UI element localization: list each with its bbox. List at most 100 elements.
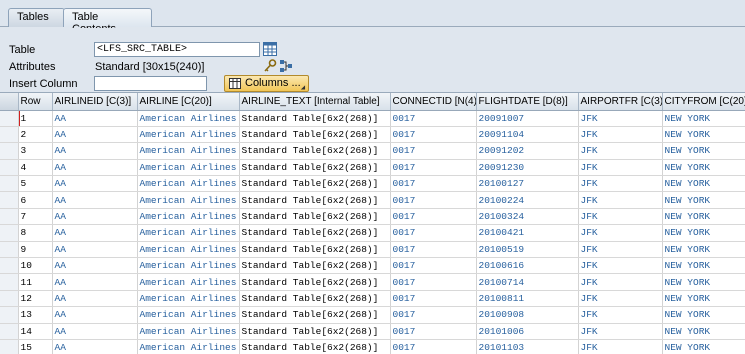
cell-airlineid[interactable]: AA — [52, 142, 138, 160]
column-header-airline[interactable]: AIRLINE [C(20)] — [137, 93, 240, 111]
cell-airline-text[interactable]: Standard Table[6x2(268)] — [239, 208, 391, 226]
cell-connectid[interactable]: 0017 — [390, 175, 477, 193]
table-row[interactable]: 4 AA American Airlines Standard Table[6x2(2… — [0, 159, 745, 177]
cell-airportfr[interactable]: JFK — [578, 306, 663, 324]
insert-column-field[interactable] — [94, 76, 207, 91]
cell-connectid[interactable]: 0017 — [390, 110, 477, 127]
cell-airline[interactable]: American Airlines — [137, 257, 240, 275]
cell-cityfrom[interactable]: NEW YORK — [662, 323, 745, 340]
cell-cityfrom[interactable]: NEW YORK — [662, 339, 745, 354]
cell-flightdate[interactable]: 20100127 — [476, 175, 579, 193]
cell-row-number[interactable]: 12 — [18, 290, 53, 308]
column-header-connectid[interactable]: CONNECTID [N(4)] — [390, 93, 477, 111]
cell-airline-text[interactable]: Standard Table[6x2(268)] — [239, 306, 391, 324]
table-row[interactable]: 2 AA American Airlines Standard Table[6x2(2… — [0, 126, 745, 144]
cell-airline[interactable]: American Airlines — [137, 306, 240, 324]
cell-flightdate[interactable]: 20101103 — [476, 339, 579, 354]
cell-airline[interactable]: American Airlines — [137, 191, 240, 209]
table-row[interactable]: 7 AA American Airlines Standard Table[6x2(2… — [0, 208, 745, 226]
grid-corner[interactable] — [0, 93, 19, 111]
cell-airlineid[interactable]: AA — [52, 323, 138, 340]
cell-airlineid[interactable]: AA — [52, 175, 138, 193]
table-row[interactable]: 14 AA American Airlines Standard Table[6x2(… — [0, 323, 745, 340]
cell-airlineid[interactable]: AA — [52, 159, 138, 177]
cell-cityfrom[interactable]: NEW YORK — [662, 290, 745, 308]
cell-row-number[interactable]: 1 — [18, 110, 53, 127]
cell-airlineid[interactable]: AA — [52, 191, 138, 209]
table-row[interactable]: 10 AA American Airlines Standard Table[6x2(… — [0, 257, 745, 275]
cell-airline-text[interactable]: Standard Table[6x2(268)] — [239, 142, 391, 160]
cell-airline-text[interactable]: Standard Table[6x2(268)] — [239, 159, 391, 177]
cell-cityfrom[interactable]: NEW YORK — [662, 110, 745, 127]
column-header-airportfr[interactable]: AIRPORTFR [C(3)] — [578, 93, 663, 111]
cell-row-number[interactable]: 13 — [18, 306, 53, 324]
cell-cityfrom[interactable]: NEW YORK — [662, 142, 745, 160]
cell-row-number[interactable]: 10 — [18, 257, 53, 275]
cell-flightdate[interactable]: 20100421 — [476, 224, 579, 242]
cell-airportfr[interactable]: JFK — [578, 159, 663, 177]
cell-flightdate[interactable]: 20100616 — [476, 257, 579, 275]
cell-cityfrom[interactable]: NEW YORK — [662, 159, 745, 177]
table-row[interactable]: 5 AA American Airlines Standard Table[6x2(2… — [0, 175, 745, 193]
cell-airportfr[interactable]: JFK — [578, 290, 663, 308]
cell-airlineid[interactable]: AA — [52, 339, 138, 354]
cell-cityfrom[interactable]: NEW YORK — [662, 224, 745, 242]
table-row[interactable]: 6 AA American Airlines Standard Table[6x2(2… — [0, 191, 745, 209]
table-row[interactable]: 11 AA American Airlines Standard Table[6x2(… — [0, 273, 745, 291]
cell-airline-text[interactable]: Standard Table[6x2(268)] — [239, 273, 391, 291]
cell-airline[interactable]: American Airlines — [137, 224, 240, 242]
cell-flightdate[interactable]: 20091202 — [476, 142, 579, 160]
cell-flightdate[interactable]: 20091104 — [476, 126, 579, 144]
cell-flightdate[interactable]: 20100908 — [476, 306, 579, 324]
row-selector[interactable] — [0, 224, 19, 242]
cell-flightdate[interactable]: 20100714 — [476, 273, 579, 291]
cell-airlineid[interactable]: AA — [52, 306, 138, 324]
cell-airportfr[interactable]: JFK — [578, 257, 663, 275]
cell-cityfrom[interactable]: NEW YORK — [662, 191, 745, 209]
row-selector[interactable] — [0, 175, 19, 193]
cell-row-number[interactable]: 11 — [18, 273, 53, 291]
cell-cityfrom[interactable]: NEW YORK — [662, 126, 745, 144]
cell-connectid[interactable]: 0017 — [390, 159, 477, 177]
cell-airline-text[interactable]: Standard Table[6x2(268)] — [239, 126, 391, 144]
cell-airlineid[interactable]: AA — [52, 110, 138, 127]
table-row[interactable]: 9 AA American Airlines Standard Table[6x2(2… — [0, 241, 745, 259]
table-row[interactable]: 3 AA American Airlines Standard Table[6x2(2… — [0, 142, 745, 160]
row-selector[interactable] — [0, 191, 19, 209]
row-selector[interactable] — [0, 126, 19, 144]
table-row[interactable]: 13 AA American Airlines Standard Table[6x2(… — [0, 306, 745, 324]
cell-airline[interactable]: American Airlines — [137, 159, 240, 177]
cell-airline[interactable]: American Airlines — [137, 241, 240, 259]
table-grid-icon[interactable] — [263, 42, 277, 56]
cell-airline[interactable]: American Airlines — [137, 290, 240, 308]
cell-airline-text[interactable]: Standard Table[6x2(268)] — [239, 191, 391, 209]
cell-flightdate[interactable]: 20100324 — [476, 208, 579, 226]
cell-row-number[interactable]: 8 — [18, 224, 53, 242]
column-header-airline-text[interactable]: AIRLINE_TEXT [Internal Table] — [239, 93, 391, 111]
cell-airportfr[interactable]: JFK — [578, 191, 663, 209]
cell-airline-text[interactable]: Standard Table[6x2(268)] — [239, 224, 391, 242]
cell-row-number[interactable]: 15 — [18, 339, 53, 354]
structure-arrows-icon[interactable] — [279, 59, 293, 73]
row-selector[interactable] — [0, 110, 19, 127]
cell-connectid[interactable]: 0017 — [390, 208, 477, 226]
cell-flightdate[interactable]: 20100224 — [476, 191, 579, 209]
cell-connectid[interactable]: 0017 — [390, 323, 477, 340]
row-selector[interactable] — [0, 142, 19, 160]
table-row[interactable]: 1 AA American Airlines Standard Table[6x2(2… — [0, 110, 745, 127]
cell-airlineid[interactable]: AA — [52, 273, 138, 291]
cell-airlineid[interactable]: AA — [52, 241, 138, 259]
cell-row-number[interactable]: 14 — [18, 323, 53, 340]
cell-airline[interactable]: American Airlines — [137, 273, 240, 291]
cell-airline[interactable]: American Airlines — [137, 208, 240, 226]
table-row[interactable]: 8 AA American Airlines Standard Table[6x2(2… — [0, 224, 745, 242]
row-selector[interactable] — [0, 241, 19, 259]
cell-cityfrom[interactable]: NEW YORK — [662, 208, 745, 226]
row-selector[interactable] — [0, 159, 19, 177]
cell-airline-text[interactable]: Standard Table[6x2(268)] — [239, 110, 391, 127]
cell-airline-text[interactable]: Standard Table[6x2(268)] — [239, 323, 391, 340]
row-selector[interactable] — [0, 339, 19, 354]
cell-connectid[interactable]: 0017 — [390, 224, 477, 242]
column-header-row[interactable]: Row — [18, 93, 53, 111]
cell-airlineid[interactable]: AA — [52, 126, 138, 144]
